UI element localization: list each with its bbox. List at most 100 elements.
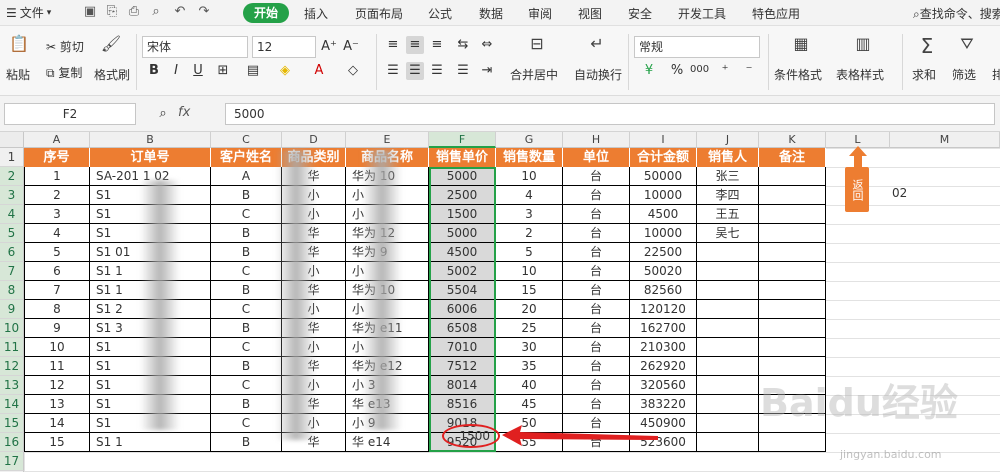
table-header-cell[interactable]: 销售单价 bbox=[429, 148, 496, 167]
thousands-button[interactable]: 000 bbox=[690, 64, 709, 75]
table-cell[interactable] bbox=[697, 319, 759, 338]
row-header-13[interactable]: 13 bbox=[0, 376, 24, 395]
paste-icon[interactable]: 📋 bbox=[8, 34, 30, 53]
decrease-font-icon[interactable]: A⁻ bbox=[342, 38, 360, 56]
align-center-icon[interactable]: ☰ bbox=[406, 62, 424, 80]
table-cell[interactable]: 5 bbox=[496, 243, 563, 262]
table-header-cell[interactable]: 备注 bbox=[759, 148, 826, 167]
table-cell[interactable]: 45 bbox=[496, 395, 563, 414]
table-cell[interactable]: 6508 bbox=[429, 319, 496, 338]
table-cell[interactable]: 7512 bbox=[429, 357, 496, 376]
distribute-icon[interactable]: ⇔ bbox=[478, 36, 496, 54]
row-header-9[interactable]: 9 bbox=[0, 300, 24, 319]
merge-center-icon[interactable]: ⊟ bbox=[526, 34, 548, 53]
table-cell[interactable]: 8516 bbox=[429, 395, 496, 414]
column-header-d[interactable]: D bbox=[282, 132, 346, 148]
table-header-cell[interactable]: 销售数量 bbox=[496, 148, 563, 167]
table-cell[interactable] bbox=[759, 300, 826, 319]
table-cell[interactable]: 22500 bbox=[630, 243, 697, 262]
number-format-select[interactable]: 常规 bbox=[634, 36, 760, 58]
tab-security[interactable]: 安全 bbox=[628, 5, 652, 22]
table-cell[interactable]: 台 bbox=[563, 338, 630, 357]
table-cell[interactable]: 台 bbox=[563, 395, 630, 414]
table-cell[interactable]: 李四 bbox=[697, 186, 759, 205]
cut-button[interactable]: ✂ 剪切 bbox=[46, 38, 84, 55]
table-header-cell[interactable]: 订单号 bbox=[90, 148, 211, 167]
table-cell[interactable]: 320560 bbox=[630, 376, 697, 395]
save-icon[interactable]: ▣ bbox=[82, 4, 98, 20]
row-header-6[interactable]: 6 bbox=[0, 243, 24, 262]
table-cell[interactable]: C bbox=[211, 414, 282, 433]
table-cell[interactable]: 4500 bbox=[630, 205, 697, 224]
table-cell[interactable]: 10000 bbox=[630, 186, 697, 205]
table-cell[interactable]: 10 bbox=[496, 262, 563, 281]
table-cell[interactable]: 15 bbox=[24, 433, 90, 452]
table-cell[interactable] bbox=[759, 262, 826, 281]
table-cell[interactable]: 2 bbox=[496, 224, 563, 243]
table-cell[interactable]: 10 bbox=[496, 167, 563, 186]
fill-layout-icon[interactable]: ▤ bbox=[244, 62, 262, 80]
table-cell[interactable]: B bbox=[211, 319, 282, 338]
print-icon[interactable]: ⎙ bbox=[126, 4, 142, 20]
table-cell[interactable] bbox=[697, 395, 759, 414]
sum-icon[interactable]: Σ bbox=[916, 34, 938, 58]
table-cell[interactable]: A bbox=[211, 167, 282, 186]
table-cell[interactable]: C bbox=[211, 338, 282, 357]
currency-icon[interactable]: ¥ bbox=[640, 62, 658, 80]
table-cell[interactable]: 台 bbox=[563, 186, 630, 205]
column-header-g[interactable]: G bbox=[496, 132, 563, 148]
table-cell[interactable] bbox=[697, 433, 759, 452]
format-painter-icon[interactable]: 🖌 bbox=[100, 34, 122, 53]
row-header-5[interactable]: 5 bbox=[0, 224, 24, 243]
justify-icon[interactable]: ☰ bbox=[454, 62, 472, 80]
row-header-16[interactable]: 16 bbox=[0, 433, 24, 452]
conditional-format-button[interactable]: 条件格式 bbox=[774, 66, 822, 83]
table-cell[interactable] bbox=[759, 205, 826, 224]
table-cell[interactable]: 12 bbox=[24, 376, 90, 395]
table-cell[interactable]: B bbox=[211, 224, 282, 243]
redo-icon[interactable]: ↷ bbox=[196, 4, 212, 20]
table-cell[interactable]: 10000 bbox=[630, 224, 697, 243]
row-header-2[interactable]: 2 bbox=[0, 167, 24, 186]
table-cell[interactable]: 台 bbox=[563, 167, 630, 186]
table-cell[interactable]: 120120 bbox=[630, 300, 697, 319]
table-cell[interactable]: 2500 bbox=[429, 186, 496, 205]
table-cell[interactable]: 台 bbox=[563, 205, 630, 224]
table-cell[interactable]: C bbox=[211, 300, 282, 319]
increase-font-icon[interactable]: A⁺ bbox=[320, 38, 338, 56]
filter-button[interactable]: 筛选 bbox=[952, 66, 976, 83]
column-header-a[interactable]: A bbox=[24, 132, 90, 148]
table-cell[interactable]: 383220 bbox=[630, 395, 697, 414]
font-name-select[interactable]: 宋体 bbox=[142, 36, 248, 58]
table-cell[interactable]: 张三 bbox=[697, 167, 759, 186]
table-cell[interactable] bbox=[759, 186, 826, 205]
table-cell[interactable]: 台 bbox=[563, 281, 630, 300]
table-cell[interactable]: 14 bbox=[24, 414, 90, 433]
column-header-b[interactable]: B bbox=[90, 132, 211, 148]
font-color-icon[interactable]: A bbox=[310, 62, 328, 80]
table-cell[interactable] bbox=[697, 262, 759, 281]
table-cell[interactable] bbox=[697, 357, 759, 376]
table-cell[interactable] bbox=[759, 433, 826, 452]
table-cell[interactable]: 台 bbox=[563, 319, 630, 338]
table-cell[interactable]: 4500 bbox=[429, 243, 496, 262]
merge-center-button[interactable]: 合并居中 bbox=[510, 66, 558, 83]
table-cell[interactable]: 9 bbox=[24, 319, 90, 338]
table-cell[interactable]: 50000 bbox=[630, 167, 697, 186]
wrap-text-button[interactable]: 自动换行 bbox=[574, 66, 622, 83]
table-cell[interactable]: C bbox=[211, 376, 282, 395]
table-cell[interactable]: 4 bbox=[24, 224, 90, 243]
table-cell[interactable]: 50020 bbox=[630, 262, 697, 281]
back-button[interactable]: 返回 bbox=[845, 167, 869, 212]
table-cell[interactable]: 1500 bbox=[429, 205, 496, 224]
table-cell[interactable]: C bbox=[211, 205, 282, 224]
table-cell[interactable]: 3 bbox=[24, 205, 90, 224]
paste-button[interactable]: 粘贴 bbox=[6, 66, 30, 83]
table-cell[interactable]: 13 bbox=[24, 395, 90, 414]
table-cell[interactable]: 6 bbox=[24, 262, 90, 281]
table-cell[interactable] bbox=[759, 319, 826, 338]
row-header-1[interactable]: 1 bbox=[0, 148, 24, 167]
export-icon[interactable]: ⎘ bbox=[104, 4, 120, 20]
table-cell[interactable]: 台 bbox=[563, 300, 630, 319]
table-cell[interactable]: 5002 bbox=[429, 262, 496, 281]
